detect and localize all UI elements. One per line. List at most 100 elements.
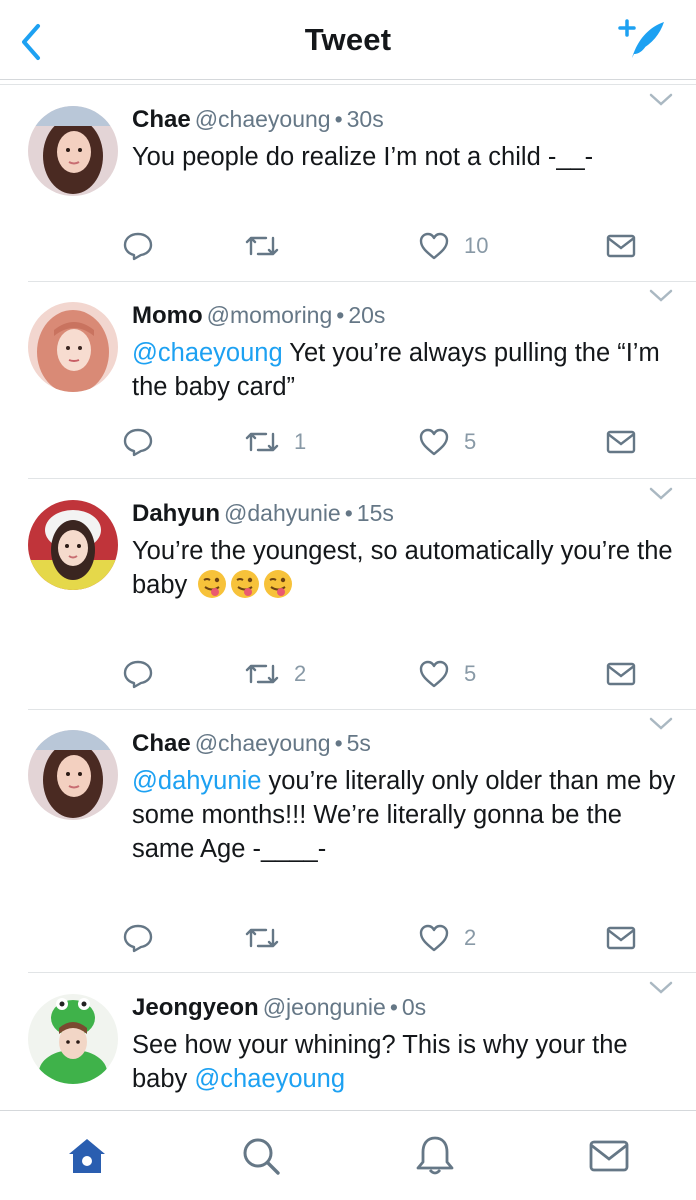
reply-button[interactable] (122, 654, 154, 694)
reply-button[interactable] (122, 422, 154, 462)
retweet-button[interactable]: 2 (244, 654, 306, 694)
reply-icon (123, 428, 153, 457)
winking-tongue-emoji (231, 570, 260, 598)
tab-home[interactable] (64, 1133, 110, 1179)
like-count: 5 (464, 661, 477, 686)
compose-tweet-icon (618, 19, 664, 58)
tweet-menu-caret[interactable] (648, 286, 674, 306)
reply-icon (123, 232, 153, 261)
display-name[interactable]: Chae (132, 730, 191, 757)
reply-icon (123, 660, 153, 689)
envelope-icon (606, 430, 636, 454)
direct-message-button[interactable] (606, 422, 636, 462)
timestamp: 5s (346, 730, 371, 756)
tweet-text: You’re the youngest, so automatically yo… (132, 534, 682, 602)
direct-message-button[interactable] (606, 226, 636, 266)
tweet-divider (28, 478, 696, 479)
like-count: 5 (464, 429, 477, 454)
tweet-actions: 2 5 (0, 654, 696, 694)
retweet-icon (245, 664, 279, 684)
tweet-divider (28, 709, 696, 710)
avatar[interactable] (28, 730, 118, 820)
retweet-icon (245, 432, 279, 452)
notifications-bell-icon (416, 1136, 454, 1175)
display-name[interactable]: Momo (132, 302, 203, 329)
tab-notifications[interactable] (412, 1133, 458, 1179)
direct-message-button[interactable] (606, 654, 636, 694)
dot-separator: • (336, 302, 345, 328)
retweet-icon (245, 236, 279, 256)
tweet-text: You people do realize I’m not a child -_… (132, 140, 682, 174)
mention-link[interactable]: @chaeyoung (132, 339, 283, 367)
tweet-header: Dahyun @dahyunie • 15s (132, 500, 394, 528)
user-handle[interactable]: @momoring (207, 302, 333, 328)
tweet-header: Jeongyeon @jeongunie • 0s (132, 994, 426, 1022)
display-name[interactable]: Jeongyeon (132, 994, 259, 1021)
display-name[interactable]: Chae (132, 106, 191, 133)
timestamp: 0s (401, 994, 427, 1020)
home-icon (69, 1139, 105, 1173)
like-count: 2 (464, 925, 477, 950)
tweet-text: @dahyunie you’re literally only older th… (132, 764, 682, 866)
tweet-text-content: You people do realize I’m not a child -_… (132, 143, 594, 171)
reply-icon (123, 924, 153, 953)
dot-separator: • (334, 106, 343, 132)
bottom-tab-bar (0, 1110, 696, 1200)
winking-tongue-emoji (198, 570, 227, 598)
timestamp: 30s (346, 106, 384, 132)
retweet-count: 2 (294, 661, 307, 686)
avatar[interactable] (28, 994, 118, 1084)
user-handle[interactable]: @chaeyoung (195, 106, 331, 132)
avatar[interactable] (28, 302, 118, 392)
like-button[interactable]: 5 (418, 654, 476, 694)
tweet-header: Chae @chaeyoung • 5s (132, 730, 371, 758)
header-divider (0, 84, 696, 85)
retweet-button[interactable] (244, 226, 294, 266)
mention-link[interactable]: @chaeyoung (194, 1065, 345, 1093)
retweet-button[interactable]: 1 (244, 422, 306, 462)
dot-separator: • (334, 730, 343, 756)
compose-tweet-button[interactable] (612, 14, 672, 64)
tweet-menu-caret[interactable] (648, 90, 674, 110)
timestamp: 15s (356, 500, 394, 526)
retweet-icon (245, 928, 279, 948)
retweet-button[interactable] (244, 918, 294, 958)
direct-message-button[interactable] (606, 918, 636, 958)
tweet-header: Momo @momoring • 20s (132, 302, 385, 330)
user-handle[interactable]: @chaeyoung (195, 730, 331, 756)
tweet-actions: 10 (0, 226, 696, 266)
heart-icon (419, 660, 449, 688)
tweet-menu-caret[interactable] (648, 714, 674, 734)
chevron-down-icon (649, 289, 673, 302)
envelope-icon (606, 662, 636, 686)
like-button[interactable]: 2 (418, 918, 476, 958)
heart-icon (419, 924, 449, 952)
tweet-text: @chaeyoung Yet you’re always pulling the… (132, 336, 682, 404)
user-handle[interactable]: @dahyunie (224, 500, 341, 526)
avatar[interactable] (28, 106, 118, 196)
user-handle[interactable]: @jeongunie (263, 994, 386, 1020)
tab-messages[interactable] (586, 1133, 632, 1179)
like-button[interactable]: 10 (418, 226, 488, 266)
tab-search[interactable] (238, 1133, 284, 1179)
tweet-menu-caret[interactable] (648, 484, 674, 504)
chevron-down-icon (649, 93, 673, 106)
reply-button[interactable] (122, 918, 154, 958)
mention-link[interactable]: @dahyunie (132, 767, 261, 795)
search-icon (243, 1138, 280, 1175)
tweet-divider (28, 972, 696, 973)
avatar[interactable] (28, 500, 118, 590)
tweet-menu-caret[interactable] (648, 978, 674, 998)
reply-button[interactable] (122, 226, 154, 266)
top-navigation-bar: Tweet (0, 0, 696, 80)
timestamp: 20s (348, 302, 386, 328)
messages-envelope-icon (589, 1140, 629, 1172)
tweet-text: See how your whining? This is why your t… (132, 1028, 682, 1096)
chevron-down-icon (649, 981, 673, 994)
tweet-divider (28, 281, 696, 282)
like-button[interactable]: 5 (418, 422, 476, 462)
winking-tongue-emoji (264, 570, 293, 598)
heart-icon (419, 232, 449, 260)
display-name[interactable]: Dahyun (132, 500, 220, 527)
tweet-actions: 2 (0, 918, 696, 958)
